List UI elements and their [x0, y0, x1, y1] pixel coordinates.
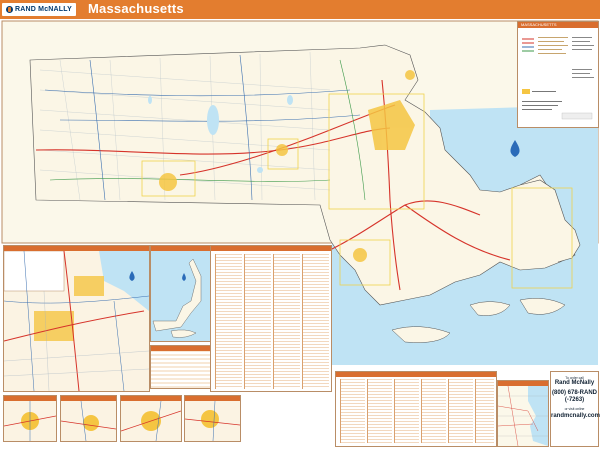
cape-cod-inset[interactable] [150, 245, 212, 342]
city-inset-3[interactable] [120, 395, 182, 442]
index-panel [210, 245, 332, 392]
index-column [215, 254, 242, 389]
index-column [394, 379, 419, 443]
index-panel-lower [335, 371, 497, 447]
index-column [273, 254, 300, 389]
locator-graphic [498, 386, 548, 446]
index-header [336, 372, 496, 377]
city-inset-1[interactable] [3, 395, 57, 442]
index-column [448, 379, 473, 443]
legend-panel: MASSACHUSETTS [517, 21, 599, 128]
city-inset-2[interactable] [60, 395, 117, 442]
cape-cod-graphic [152, 258, 202, 338]
contact-box: To order call Rand McNally (800) 678-RAN… [550, 371, 600, 447]
index-column [302, 254, 329, 389]
contact-phone-alt: (-7263) [564, 397, 585, 403]
boston-inset-map[interactable] [3, 245, 150, 392]
index-column [244, 254, 271, 389]
locator-map[interactable] [497, 380, 549, 447]
contact-line2: or visit online [564, 407, 585, 411]
index-column [340, 379, 365, 443]
index-column [367, 379, 392, 443]
contact-phone: (800) 678-RAND [551, 390, 597, 396]
legend-title: MASSACHUSETTS [521, 22, 557, 27]
contact-company: Rand McNally [554, 380, 595, 386]
boston-inset-graphic [4, 251, 149, 391]
index-column [475, 379, 494, 443]
city-inset-4[interactable] [184, 395, 241, 442]
contact-website[interactable]: randmcnally.com [551, 413, 600, 419]
index-column [421, 379, 446, 443]
raindrop-icon [182, 273, 186, 281]
legend-symbols [522, 37, 594, 120]
index-header [211, 246, 331, 251]
